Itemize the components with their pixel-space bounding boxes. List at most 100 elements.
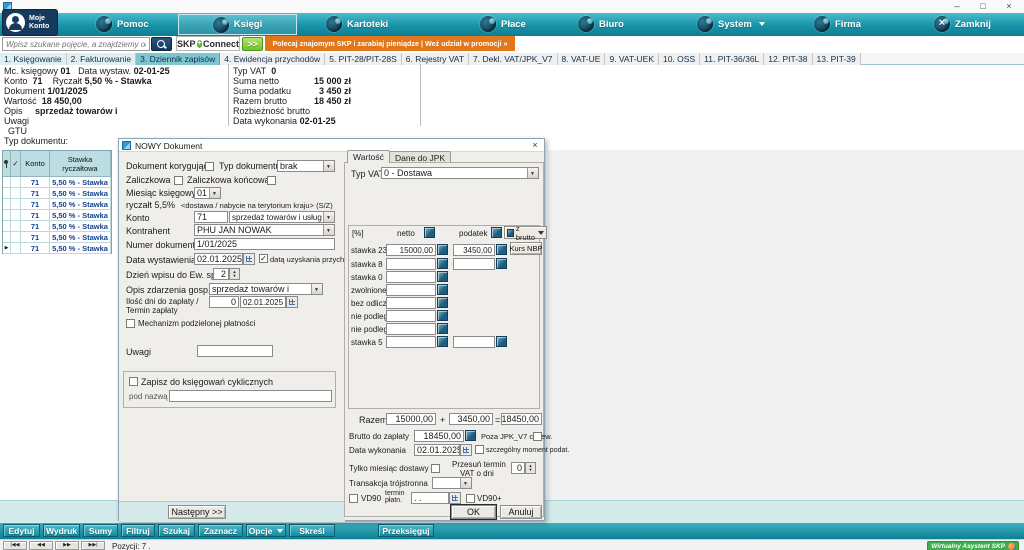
mechanizm-checkbox[interactable] [126, 319, 135, 328]
first-record-button[interactable]: |◀◀ [3, 541, 27, 550]
calculator-icon[interactable] [437, 336, 448, 347]
skresl-button[interactable]: Skreśl [289, 524, 335, 537]
stawka-8-netto-input[interactable] [386, 258, 436, 270]
tab-vat-ue[interactable]: 8. VAT-UE [558, 53, 606, 65]
wydruk-button[interactable]: Wydruk [43, 524, 80, 537]
edytuj-button[interactable]: Edytuj [3, 524, 40, 537]
window-maximize-button[interactable]: □ [971, 0, 995, 12]
stawka-8-podatek-input[interactable] [453, 258, 495, 270]
table-row[interactable]: 71 5,50 % - Stawka [3, 232, 111, 243]
table-row[interactable]: 71 5,50 % - Stawka [3, 188, 111, 199]
opis-zdarzenia-select[interactable]: sprzedaż towarów i [209, 283, 323, 295]
vd90-plus-checkbox[interactable] [466, 494, 475, 503]
data-wykonania-input[interactable]: 02.01.2025 [414, 444, 460, 456]
menu-ksiegi[interactable]: Księgi [178, 14, 297, 35]
tab-dziennik-zapisow[interactable]: 3. Dziennik zapisów [136, 53, 220, 65]
data-uzyskania-checkbox[interactable] [259, 254, 268, 263]
vd90-checkbox[interactable] [349, 494, 358, 503]
dialog-titlebar[interactable]: NOWY Dokument × [119, 139, 544, 152]
tab-wartosc[interactable]: Wartość [347, 150, 390, 163]
szczegolny-checkbox[interactable] [475, 445, 484, 454]
zwolnione-netto-input[interactable] [386, 284, 436, 296]
calculator-icon[interactable] [437, 244, 448, 255]
window-close-button[interactable]: × [997, 0, 1021, 12]
bez-odliczen-netto-input[interactable] [386, 297, 436, 309]
menu-zamknij[interactable]: Zamknij [934, 16, 991, 32]
anuluj-button[interactable]: Anuluj [500, 505, 542, 519]
calculator-icon[interactable] [496, 336, 507, 347]
menu-biuro[interactable]: Biuro [578, 16, 624, 32]
tab-rejestry-vat[interactable]: 6. Rejestry VAT [402, 53, 469, 65]
calculator-icon[interactable] [465, 430, 476, 441]
calendar-icon[interactable] [449, 492, 461, 504]
transakcja-select[interactable] [432, 477, 472, 489]
nie-podlega0-netto-input[interactable] [386, 323, 436, 335]
nastepny-button[interactable]: Następny >> [168, 505, 226, 519]
menu-pomoc[interactable]: Pomoc [96, 16, 149, 32]
konto-input[interactable]: 71 [194, 211, 228, 223]
table-row-current[interactable]: ▶ 71 5,50 % - Stawka [3, 243, 111, 254]
filtruj-button[interactable]: Filtruj [121, 524, 155, 537]
table-row[interactable]: 71 5,50 % - Stawka [3, 199, 111, 210]
tab-pit39[interactable]: 13. PIT-39 [813, 53, 861, 65]
calendar-icon[interactable] [460, 444, 472, 456]
search-input[interactable] [2, 37, 150, 51]
nie-podlega1-netto-input[interactable] [386, 310, 436, 322]
stawka-23-netto-input[interactable]: 15000,00 [386, 244, 436, 256]
stawka-0-netto-input[interactable] [386, 271, 436, 283]
calculator-icon[interactable] [437, 310, 448, 321]
search-button[interactable] [151, 37, 172, 51]
przesun-dni-input[interactable]: 0 [511, 462, 525, 474]
wirtualny-asystent-badge[interactable]: Wirtualny Asystent SKP [927, 541, 1019, 550]
tab-dekl-vat-jpk[interactable]: 7. Dekl. VAT/JPK_V7 [469, 53, 558, 65]
tylko-miesiac-checkbox[interactable] [431, 464, 440, 473]
zaznacz-button[interactable]: Zaznacz [198, 524, 243, 537]
calculator-icon[interactable] [437, 271, 448, 282]
calculator-icon[interactable] [424, 227, 435, 238]
zaliczkowa-checkbox[interactable] [174, 176, 183, 185]
previous-record-button[interactable]: ◀◀ [29, 541, 53, 550]
zaliczkowa-koncowa-checkbox[interactable] [267, 176, 276, 185]
last-record-button[interactable]: ▶▶| [81, 541, 105, 550]
moje-konto-button[interactable]: MojeKonto [2, 9, 58, 36]
table-row[interactable]: 71 5,50 % - Stawka [3, 177, 111, 188]
tab-ksiegowanie[interactable]: 1. Księgowanie [0, 53, 67, 65]
tab-vat-uek[interactable]: 9. VAT-UEK [605, 53, 659, 65]
korygujacy-checkbox[interactable] [205, 162, 214, 171]
szukaj-button[interactable]: Szukaj [158, 524, 195, 537]
tab-ewidencja-przychodow[interactable]: 4. Ewidencja przychodów [220, 53, 325, 65]
typ-vat-select[interactable]: 0 - Dostawa [381, 167, 539, 179]
konto-opis-select[interactable]: sprzedaż towarów i usług [229, 211, 335, 223]
przeksieguj-button[interactable]: Przeksięguj [378, 524, 434, 537]
stawka-5-netto-input[interactable] [386, 336, 436, 348]
calendar-icon[interactable] [286, 296, 298, 308]
stawka-23-podatek-input[interactable]: 3450,00 [453, 244, 495, 256]
z-brutto-button[interactable]: z brutto [504, 226, 547, 239]
menu-firma[interactable]: Firma [814, 16, 861, 32]
menu-place[interactable]: Płace [480, 16, 526, 32]
stawka-5-podatek-input[interactable] [453, 336, 495, 348]
brutto-do-zaplaty-input[interactable]: 18450,00 [414, 430, 464, 442]
menu-kartoteki[interactable]: Kartoteki [326, 16, 388, 32]
table-row[interactable]: 71 5,50 % - Stawka [3, 210, 111, 221]
pod-nazwa-input[interactable] [169, 390, 332, 402]
spinner-icon[interactable] [229, 268, 240, 280]
skp-connect-button[interactable]: SKP + Connect [176, 36, 240, 51]
tab-pit36[interactable]: 11. PIT-36/36L [700, 53, 764, 65]
calendar-icon[interactable] [243, 253, 255, 265]
stawka-column-header[interactable]: Stawka ryczałtowa [50, 151, 111, 177]
calculator-icon[interactable] [496, 244, 507, 255]
calculator-icon[interactable] [437, 284, 448, 295]
next-record-button[interactable]: ▶▶ [55, 541, 79, 550]
ok-button[interactable]: OK [451, 505, 496, 519]
kontrahent-select[interactable]: PHU JAN NOWAK [194, 224, 335, 236]
tab-oss[interactable]: 10. OSS [659, 53, 700, 65]
ilosc-dni-input[interactable]: 0 [209, 296, 239, 308]
menu-system[interactable]: System [697, 16, 765, 32]
calculator-icon[interactable] [437, 297, 448, 308]
termin-zaplaty-input[interactable]: 02.01.2025 [240, 296, 286, 308]
spinner-icon[interactable] [525, 462, 536, 474]
tab-pit38[interactable]: 12. PIT-38 [764, 53, 812, 65]
dzien-wpisu-input[interactable]: 2 [213, 268, 229, 280]
sumy-button[interactable]: Sumy [83, 524, 118, 537]
